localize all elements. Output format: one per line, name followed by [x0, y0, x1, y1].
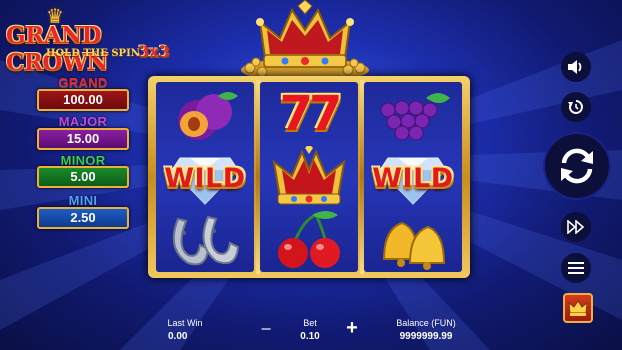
autoplay-icon: [567, 220, 585, 234]
history-icon: [568, 100, 583, 114]
menu-button[interactable]: [561, 253, 591, 283]
menu-icon: [568, 262, 584, 274]
wild-label: WILD: [372, 163, 454, 194]
sound-icon: [568, 60, 582, 74]
reel-3: WILD: [364, 82, 462, 272]
grapes-icon: [380, 93, 450, 141]
balance-label: Balance (FUN): [396, 318, 456, 328]
reel-1: WILD: [156, 82, 254, 272]
spin-icon: [561, 148, 593, 184]
bet-label: Bet: [303, 318, 317, 328]
jackpot-mini-value: 2.50: [37, 207, 129, 229]
horseshoe-icon: [172, 215, 240, 266]
wild-symbol: WILD: [156, 146, 254, 209]
jackpot-mini-label: MINI: [68, 193, 98, 208]
reel-frame: WILD 77 WILD: [148, 76, 470, 278]
wild-label: WILD: [164, 163, 246, 194]
plum-icon: [178, 92, 238, 140]
crown-icon: [272, 146, 346, 205]
cherry-icon: [278, 211, 340, 268]
jackpot-minor-value: 5.00: [37, 166, 129, 188]
crown-ornament-icon: [241, 0, 369, 82]
jackpot-major-value: 15.00: [37, 128, 129, 150]
history-button[interactable]: [561, 92, 591, 122]
last-win-value: 0.00: [168, 331, 188, 342]
autoplay-button[interactable]: [561, 212, 591, 242]
spin-button[interactable]: [545, 134, 609, 198]
jackpot-major-label: MAJOR: [58, 114, 108, 129]
last-win-label: Last Win: [167, 318, 203, 328]
jackpot-grand-label: GRAND: [58, 75, 108, 90]
seven-icon: 77: [260, 84, 358, 147]
logo-variant: 3x3: [138, 42, 170, 61]
jackpot-grand-value: 100.00: [37, 89, 129, 111]
bottom-bar: Last Win 0.00 − Bet 0.10 + Balance (FUN)…: [0, 314, 622, 350]
logo-subtitle: HOLD THE SPIN: [46, 48, 140, 59]
game-logo: ♛ GRAND CROWN HOLD THE SPIN 3x3: [4, 4, 170, 76]
wild-symbol: WILD: [364, 146, 462, 209]
bet-value: 0.10: [300, 331, 320, 342]
bell-icon: [382, 221, 446, 270]
balance-value: 9999999.99: [399, 331, 453, 342]
bet-increase-button[interactable]: +: [342, 317, 362, 340]
seven-label: 77: [279, 86, 343, 142]
sound-button[interactable]: [561, 52, 591, 82]
reel-2: 77: [260, 82, 358, 272]
bet-decrease-button[interactable]: −: [256, 319, 276, 340]
